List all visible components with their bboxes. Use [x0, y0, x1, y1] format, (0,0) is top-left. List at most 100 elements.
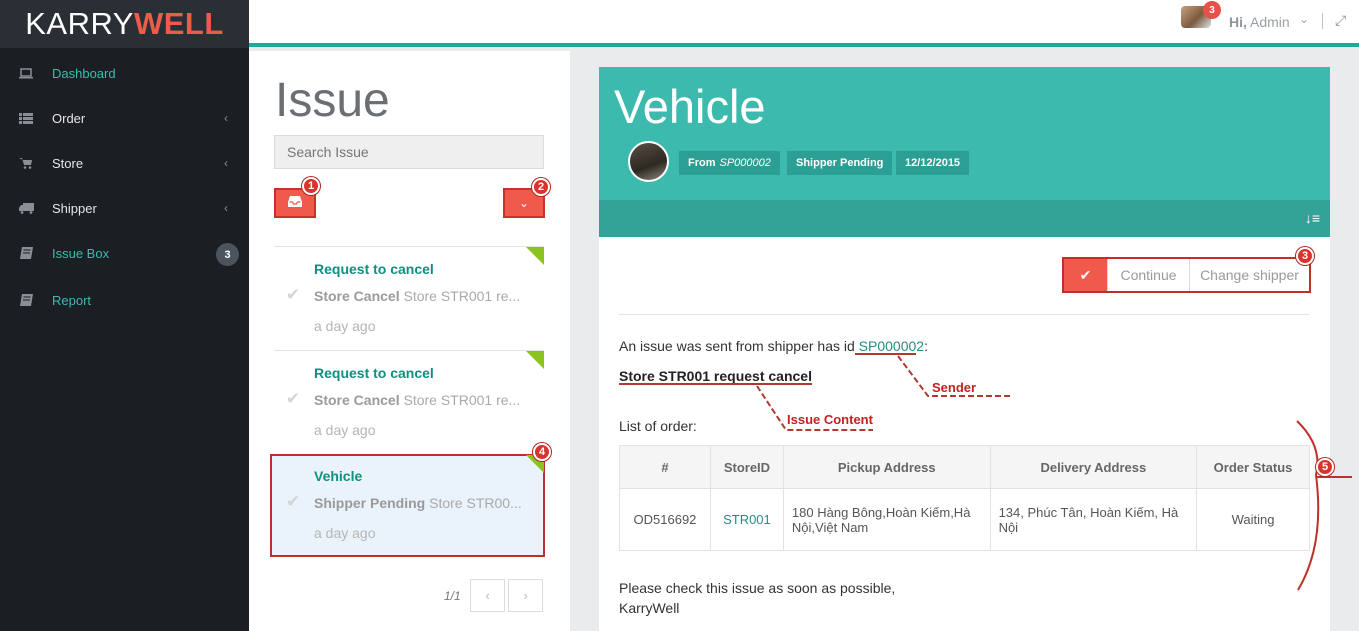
annotation-sender-label: Sender: [932, 380, 977, 395]
top-bar: 3 Hi, Admin ⌄ ⤢: [249, 0, 1359, 47]
intro-suffix: :: [924, 338, 928, 354]
detail-title: Vehicle: [614, 80, 766, 133]
issue-intro: An issue was sent from shipper has id SP…: [619, 338, 928, 354]
annotation-marker-3: 3: [1296, 247, 1314, 265]
issue-card[interactable]: Request to cancel ✔ Store Cancel Store S…: [274, 246, 544, 350]
store-id-link[interactable]: STR001: [709, 488, 784, 551]
issue-card-preview: Store STR001 re...: [403, 392, 521, 408]
resolve-button[interactable]: ✔: [1064, 259, 1107, 291]
pickup-address-cell: 180 Hàng Bông,Hoàn Kiếm,Hà Nội,Việt Nam: [782, 488, 991, 551]
annotation-marker-2: 2: [532, 178, 550, 196]
sidebar-item-label: Order: [52, 110, 86, 126]
col-header-delivery-address: Delivery Address: [989, 445, 1198, 489]
expand-icon[interactable]: ⤢: [1335, 12, 1346, 29]
footer-line-2: KarryWell: [619, 600, 680, 616]
action-button-group: ✔ Continue Change shipper: [1062, 257, 1311, 293]
pager-status: 1/1: [444, 589, 461, 603]
sidebar-item-store[interactable]: Store ‹: [0, 145, 249, 181]
issue-count-badge: 3: [216, 243, 239, 266]
status-chip: Shipper Pending: [787, 151, 893, 175]
from-chip: From SP000002: [679, 151, 780, 175]
prev-page-button[interactable]: ‹: [470, 579, 505, 612]
greeting-name: Admin: [1250, 14, 1290, 30]
sidebar-item-order[interactable]: Order ‹: [0, 100, 249, 136]
issue-card-subject: Store Cancel: [314, 288, 400, 304]
issue-card-title: Request to cancel: [314, 365, 434, 381]
inbox-icon: [288, 196, 302, 210]
sidebar-item-label: Issue Box: [52, 245, 110, 261]
book-icon: [18, 294, 34, 306]
table-row: OD516692 STR001 180 Hàng Bông,Hoàn Kiếm,…: [619, 488, 1310, 551]
change-shipper-button[interactable]: Change shipper: [1189, 259, 1309, 291]
notification-badge[interactable]: 3: [1203, 1, 1221, 19]
from-label: From: [688, 157, 716, 169]
date-chip: 12/12/2015: [896, 151, 970, 175]
issue-card-summary: Shipper Pending Store STR00...: [314, 495, 522, 511]
cart-icon: [18, 157, 34, 169]
sender-avatar: [628, 141, 669, 182]
sidebar-item-shipper[interactable]: Shipper ‹: [0, 190, 249, 226]
shipper-link[interactable]: SP000002: [859, 338, 924, 354]
detail-header: Vehicle From SP000002 Shipper Pending 12…: [599, 67, 1330, 200]
issue-list-panel: Issue 1 ⌄ 2 Request to cancel ✔ Store Ca…: [249, 51, 570, 631]
sidebar-item-report[interactable]: Report: [0, 282, 249, 318]
issue-card[interactable]: Request to cancel ✔ Store Cancel Store S…: [274, 350, 544, 454]
from-id: SP000002: [719, 157, 771, 169]
annotation-marker-5: 5: [1316, 458, 1334, 476]
divider: [1322, 13, 1323, 29]
page-title: Issue: [275, 74, 390, 127]
issue-card-time: a day ago: [314, 525, 376, 541]
sidebar-item-label: Store: [52, 155, 84, 171]
col-header-order-status: Order Status: [1196, 445, 1310, 489]
order-id-cell: OD516692: [619, 488, 711, 551]
sort-icon[interactable]: ↓≡: [1305, 210, 1320, 226]
check-icon: ✔: [286, 389, 301, 408]
issue-card-subject: Shipper Pending: [314, 495, 426, 511]
order-status-cell: Waiting: [1196, 488, 1310, 551]
issue-card-selected[interactable]: Vehicle ✔ Shipper Pending Store STR00...…: [270, 454, 545, 557]
chevron-right-icon: ›: [523, 588, 528, 603]
issue-card-time: a day ago: [314, 422, 376, 438]
col-header-number: #: [619, 445, 711, 489]
sidebar-item-issue-box[interactable]: Issue Box 3: [0, 235, 249, 271]
list-icon: [18, 112, 34, 124]
issue-card-subject: Store Cancel: [314, 392, 400, 408]
truck-icon: [18, 202, 34, 214]
order-list-label: List of order:: [619, 418, 697, 434]
chevron-down-icon[interactable]: ⌄: [1299, 12, 1309, 26]
sidebar-item-label: Report: [52, 292, 92, 308]
issue-card-preview: Store STR00...: [429, 495, 522, 511]
issue-card-summary: Store Cancel Store STR001 re...: [314, 288, 520, 304]
check-icon: ✔: [286, 492, 301, 511]
search-input[interactable]: [274, 135, 544, 169]
brand-logo[interactable]: KARRY WELL: [0, 0, 249, 48]
chevron-left-icon: ‹: [224, 156, 228, 170]
brand-part1: KARRY: [25, 6, 134, 41]
unread-corner-flag: [526, 351, 544, 369]
annotation-content-label: Issue Content: [787, 412, 873, 427]
laptop-icon: [18, 67, 34, 79]
sidebar-item-label: Shipper: [52, 200, 97, 216]
brand-part2: WELL: [133, 6, 224, 41]
next-page-button[interactable]: ›: [508, 579, 543, 612]
footer-line-1: Please check this issue as soon as possi…: [619, 580, 896, 596]
sidebar-item-dashboard[interactable]: Dashboard: [0, 55, 249, 91]
issue-card-time: a day ago: [314, 318, 376, 334]
col-header-pickup-address: Pickup Address: [782, 445, 991, 489]
sidebar: KARRY WELL Dashboard Order ‹ Store ‹ Ship…: [0, 0, 249, 631]
annotation-marker-4: 4: [533, 443, 551, 461]
delivery-address-cell: 134, Phúc Tân, Hoàn Kiếm, Hà Nội: [989, 488, 1198, 551]
continue-button[interactable]: Continue: [1107, 259, 1189, 291]
user-greeting[interactable]: Hi, Admin: [1229, 14, 1290, 30]
chevron-down-icon: ⌄: [518, 196, 530, 210]
check-icon: ✔: [1079, 266, 1092, 283]
sidebar-item-label: Dashboard: [52, 65, 116, 81]
intro-text: An issue was sent from shipper has id: [619, 338, 855, 354]
issue-content: Store STR001 request cancel: [619, 368, 812, 384]
book-icon: [18, 247, 34, 259]
order-table: # StoreID Pickup Address Delivery Addres…: [619, 445, 1310, 551]
greeting-hi: Hi,: [1229, 14, 1247, 30]
chevron-left-icon: ‹: [224, 111, 228, 125]
chevron-left-icon: ‹: [224, 201, 228, 215]
issue-footer: Please check this issue as soon as possi…: [619, 578, 895, 618]
